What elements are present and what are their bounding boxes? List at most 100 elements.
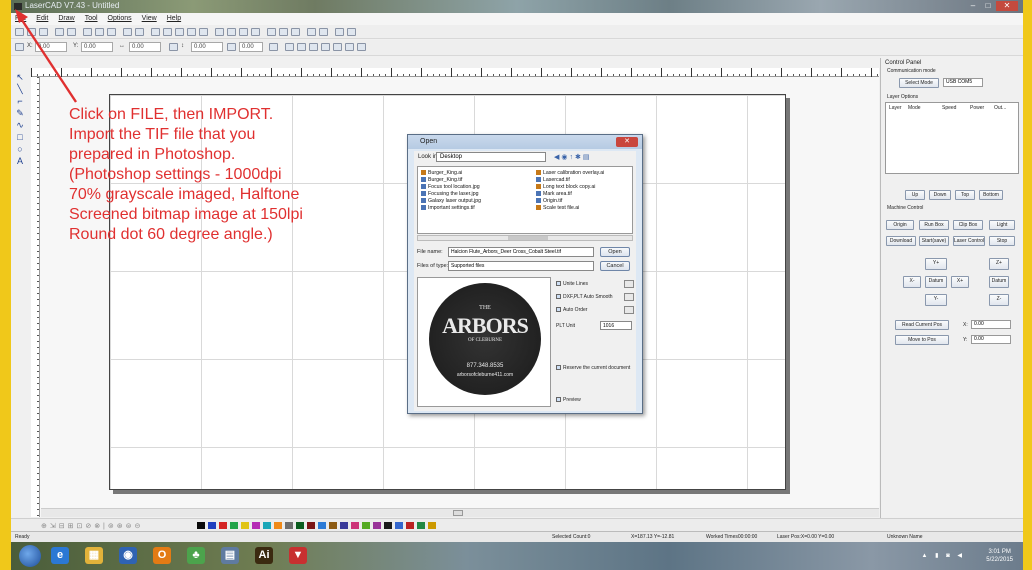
unite-lines-settings-button[interactable] [624,280,634,288]
zoom-field[interactable]: 0.00 [239,42,263,52]
jog-z-minus-button[interactable]: Z- [989,294,1009,306]
color-swatch[interactable] [340,522,348,529]
paste-icon[interactable] [107,28,116,36]
checkbox-icon[interactable] [556,397,561,403]
weld-icon[interactable] [239,28,248,36]
start-button[interactable]: Start(save) [919,236,949,246]
checkbox-icon[interactable] [556,365,561,371]
zoom-out-icon[interactable] [175,28,184,36]
file-item[interactable]: Origin.tif [536,198,604,205]
misc-taskbar-icon[interactable]: ♣ [187,547,205,564]
mirror-icon[interactable] [291,28,300,36]
node-edit-icon[interactable] [215,28,224,36]
dialog-close-icon[interactable]: ✕ [616,137,638,147]
color-swatch[interactable] [318,522,326,529]
layer-bottom-button[interactable]: Bottom [979,190,1003,200]
file-list-scrollbar[interactable] [417,235,633,241]
ie-taskbar-icon[interactable]: e [51,547,69,564]
jog-y-plus-button[interactable]: Y+ [925,258,947,270]
zoom-page-icon[interactable] [199,28,208,36]
curve-tool-icon[interactable]: ∿ [15,120,25,130]
z-datum-button[interactable]: Datum [989,276,1009,288]
docs-taskbar-icon[interactable]: ▤ [221,547,239,564]
layer-top-button[interactable]: Top [955,190,975,200]
height-field[interactable]: 0.00 [191,42,223,52]
ellipse-tool-icon[interactable]: ○ [15,144,25,154]
jog-x-plus-button[interactable]: X+ [951,276,969,288]
color-swatch[interactable] [307,522,315,529]
reserve-document-option[interactable]: Reserve the current document [556,365,630,371]
menu-view[interactable]: View [142,13,157,25]
file-name-input[interactable]: Halcion Flute_Arbors_Deer Cross_Cobalt S… [448,247,594,257]
simulate-icon[interactable] [335,28,344,36]
jog-y-minus-button[interactable]: Y- [925,294,947,306]
select-mode-button[interactable]: Select Mode [899,78,939,88]
align-icon[interactable] [319,28,328,36]
angle-icon[interactable] [269,43,278,51]
usb-port-field[interactable]: USB COM5 [943,78,983,87]
file-item[interactable]: Burger_King.tif [421,177,481,184]
start-button-icon[interactable] [19,545,41,567]
color-swatch[interactable] [208,522,216,529]
cancel-button[interactable]: Cancel [600,261,630,271]
layer-down-button[interactable]: Down [929,190,951,200]
cutpath-icon[interactable] [357,43,366,51]
file-item[interactable]: Mark area.tif [536,191,604,198]
x-pos-field[interactable]: 0.00 [971,320,1011,329]
zoom-in-icon[interactable] [163,28,172,36]
jog-z-plus-button[interactable]: Z+ [989,258,1009,270]
layer-up-button[interactable]: Up [905,190,925,200]
scroll-thumb[interactable] [508,236,548,240]
look-in-select[interactable]: Desktop [436,152,546,162]
pan-icon[interactable] [151,28,160,36]
lasercad-taskbar-icon[interactable]: ▼ [289,547,307,564]
file-item[interactable]: Long text block copy.ai [536,184,604,191]
group-icon[interactable] [297,43,306,51]
checkbox-icon[interactable] [556,307,561,313]
y-pos-field[interactable]: 0.00 [971,335,1011,344]
taskbar-clock[interactable]: 3:01 PM 5/22/2015 [986,548,1013,564]
redo-icon[interactable] [135,28,144,36]
preview-icon[interactable] [347,28,356,36]
folder-nav-icons[interactable]: ◀◉↑✱▤ [554,153,591,161]
maximize-icon[interactable]: □ [981,1,995,11]
download-button[interactable]: Download [886,236,916,246]
auto-order-option[interactable]: Auto Order [556,307,587,313]
canvas-scrollbar[interactable] [41,508,879,517]
text-tool-icon[interactable]: A [15,156,25,166]
smooth-icon[interactable] [227,28,236,36]
ungroup-icon[interactable] [309,43,318,51]
color-swatch[interactable] [241,522,249,529]
auto-smooth-settings-button[interactable] [624,293,634,301]
color-swatch[interactable] [329,522,337,529]
run-box-button[interactable]: Run Box [919,220,949,230]
stop-button[interactable]: Stop [989,236,1015,246]
color-swatch[interactable] [428,522,436,529]
file-item[interactable]: Laser calibration overlay.ai [536,170,604,177]
color-swatch[interactable] [395,522,403,529]
menu-help[interactable]: Help [167,13,181,25]
checkbox-icon[interactable] [556,294,561,300]
auto-smooth-option[interactable]: DXF,PLT Auto Smooth [556,294,613,300]
undo-icon[interactable] [123,28,132,36]
close-icon[interactable]: ✕ [996,1,1018,11]
auto-order-settings-button[interactable] [624,306,634,314]
read-current-pos-button[interactable]: Read Current Pos [895,320,949,330]
system-tray-icons[interactable]: ▲ ▮ ◙ ◀ [922,552,965,559]
color-swatch[interactable] [230,522,238,529]
color-swatch[interactable] [296,522,304,529]
color-swatch[interactable] [373,522,381,529]
jog-x-minus-button[interactable]: X- [903,276,921,288]
move-to-pos-button[interactable]: Move to Pos [895,335,949,345]
media-taskbar-icon[interactable]: ◉ [119,547,137,564]
distribute-icon[interactable] [285,43,294,51]
break-icon[interactable] [333,43,342,51]
unite-lines-option[interactable]: Unite Lines [556,281,588,287]
datum-button[interactable]: Datum [925,276,947,288]
file-item[interactable]: Galaxy laser output.jpg [421,198,481,205]
color-swatch[interactable] [263,522,271,529]
canvas-scroll-thumb[interactable] [453,510,463,516]
explorer-taskbar-icon[interactable]: ▦ [85,547,103,564]
file-item[interactable]: Scale test file.ai [536,205,604,212]
rect-tool-icon[interactable]: □ [15,132,25,142]
